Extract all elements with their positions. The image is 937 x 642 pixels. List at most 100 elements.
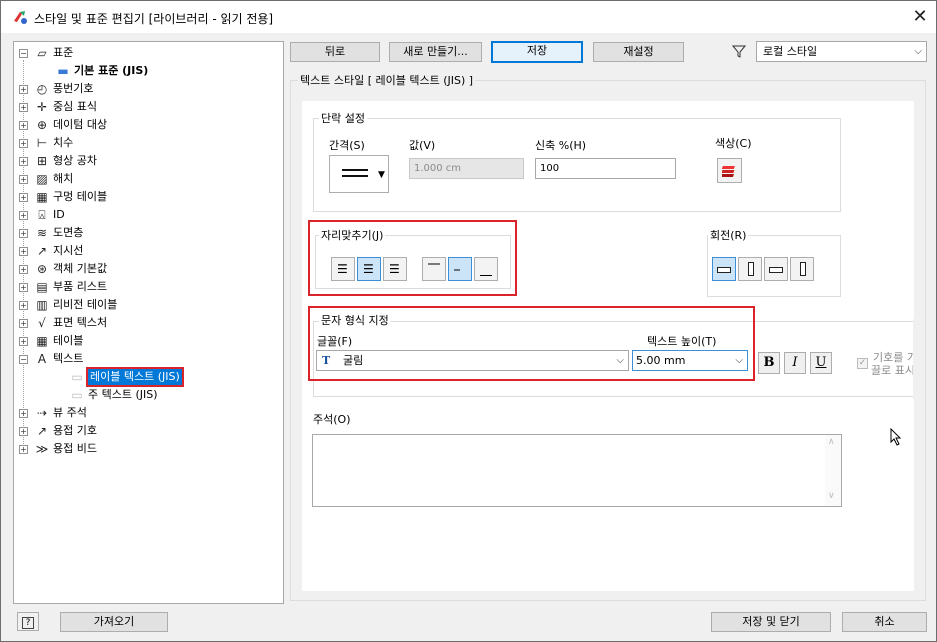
expand-icon[interactable]: + <box>19 301 28 310</box>
import-button[interactable]: 가져오기 <box>60 612 168 632</box>
tree-item-15[interactable]: − A 텍스트 <box>14 350 283 368</box>
tree-item-10[interactable]: + ⊛ 객체 기본값 <box>14 260 283 278</box>
expand-icon[interactable]: + <box>19 319 28 328</box>
tree-item-13[interactable]: + √ 표면 텍스처 <box>14 314 283 332</box>
expand-icon[interactable]: + <box>19 193 28 202</box>
tree-item-9[interactable]: + ↗ 지시선 <box>14 242 283 260</box>
expand-icon[interactable]: + <box>19 283 28 292</box>
close-icon[interactable]: ✕ <box>907 5 933 29</box>
expand-icon[interactable]: + <box>19 157 28 166</box>
style-filter-select[interactable]: 로컬 스타일 ⌵ <box>756 41 927 62</box>
datum-target-icon: ⊕ <box>36 118 48 132</box>
expand-icon[interactable]: + <box>19 337 28 346</box>
expand-icon[interactable]: + <box>19 445 28 454</box>
save-button[interactable]: 저장 <box>491 41 583 63</box>
feature-control-icon: ⊞ <box>36 154 48 168</box>
tree-item-1[interactable]: + ✛ 중심 표식 <box>14 98 283 116</box>
align-right-button[interactable]: ☰ <box>383 257 407 281</box>
expand-icon[interactable]: + <box>19 121 28 130</box>
expand-icon[interactable]: + <box>19 85 28 94</box>
rotate-0-button[interactable] <box>712 257 736 281</box>
cancel-button[interactable]: 취소 <box>842 612 927 632</box>
tree-item-3[interactable]: + ⊢ 치수 <box>14 134 283 152</box>
tree-item-6[interactable]: + ▦ 구멍 테이블 <box>14 188 283 206</box>
collapse-icon[interactable]: − <box>19 355 28 364</box>
tree-item-after-0[interactable]: + ⇢ 뷰 주석 <box>14 404 283 422</box>
rotate-180-button[interactable] <box>764 257 788 281</box>
align-right-icon: ☰ <box>389 262 400 276</box>
rotation-icon <box>748 262 754 276</box>
tree-item-label: 테이블 <box>53 334 84 347</box>
align-left-button[interactable]: ☰ <box>331 257 355 281</box>
tree-item-label: 텍스트 <box>53 352 84 365</box>
comment-scrollbar[interactable]: ∧ ∨ <box>825 435 841 506</box>
expand-icon[interactable]: + <box>19 409 28 418</box>
filter-icon <box>732 45 746 58</box>
align-left-icon: ☰ <box>337 262 348 276</box>
rotate-270-button[interactable] <box>790 257 814 281</box>
expand-icon[interactable]: + <box>19 139 28 148</box>
tree-item-4[interactable]: + ⊞ 형상 공차 <box>14 152 283 170</box>
note-text-style-icon: ▭ <box>71 388 83 402</box>
tree-item-default-standard[interactable]: ▬ 기본 표준 (JIS) <box>14 62 283 80</box>
layer-icon: ≋ <box>36 226 48 240</box>
spacing-select[interactable]: ▼ <box>329 155 389 193</box>
comment-textarea[interactable]: ∧ ∨ <box>312 434 842 507</box>
app-icon <box>14 11 27 24</box>
color-label: 색상(C) <box>715 137 752 150</box>
tree-item-2[interactable]: + ⊕ 데이텀 대상 <box>14 116 283 134</box>
tree-item-14[interactable]: + ▦ 테이블 <box>14 332 283 350</box>
tree-item-root[interactable]: − ▱ 표준 <box>14 44 283 62</box>
tree-item-12[interactable]: + ▥ 리비전 테이블 <box>14 296 283 314</box>
tree-item-5[interactable]: + ▨ 해치 <box>14 170 283 188</box>
expand-icon[interactable]: + <box>19 265 28 274</box>
expand-icon[interactable]: + <box>19 247 28 256</box>
style-tree[interactable]: − ▱ 표준 ▬ 기본 표준 (JIS) + ◴ 풍번기호 + ✛ 중심 표식 + ⊕ 데이텀 대상 + ⊢ 치… <box>13 41 284 604</box>
align-middle-button[interactable]: ⎯ <box>448 257 472 281</box>
bold-button[interactable]: B <box>758 352 780 374</box>
symbol-checkbox[interactable]: ✓ <box>857 358 868 369</box>
expand-icon[interactable]: + <box>19 229 28 238</box>
tree-item-label: 형상 공차 <box>53 154 97 167</box>
italic-button[interactable]: I <box>784 352 806 374</box>
tree-item-label: 도면층 <box>53 226 84 239</box>
value-input: 1.000 cm <box>409 158 524 179</box>
expand-icon[interactable]: + <box>19 103 28 112</box>
reset-button[interactable]: 재설정 <box>593 42 684 62</box>
help-button[interactable]: ? <box>17 612 39 631</box>
rotate-90-button[interactable] <box>738 257 762 281</box>
save-close-button[interactable]: 저장 및 닫기 <box>711 612 831 632</box>
center-mark-icon: ✛ <box>36 100 48 114</box>
align-center-button[interactable]: ☰ <box>357 257 381 281</box>
view-annotation-icon: ⇢ <box>36 406 48 420</box>
scroll-up-icon[interactable]: ∧ <box>828 437 835 447</box>
color-button[interactable] <box>717 158 742 183</box>
tree-item-7[interactable]: + ⍓ ID <box>14 206 283 224</box>
hole-table-icon: ▦ <box>36 190 48 204</box>
expand-icon[interactable]: + <box>19 427 28 436</box>
tree-item-after-1[interactable]: + ↗ 용접 기호 <box>14 422 283 440</box>
tree-item-label: ID <box>53 208 65 221</box>
stretch-input[interactable]: 100 <box>535 158 676 179</box>
align-bottom-icon: ⎽ <box>480 262 493 276</box>
tree-item-label-text[interactable]: ▭ 레이블 텍스트 (JIS) <box>14 367 283 387</box>
underline-button[interactable]: U <box>810 352 832 374</box>
align-top-button[interactable]: ⎺ <box>422 257 446 281</box>
tree-item-0[interactable]: + ◴ 풍번기호 <box>14 80 283 98</box>
new-button[interactable]: 새로 만들기... <box>389 42 482 62</box>
collapse-icon[interactable]: − <box>19 49 28 58</box>
back-button[interactable]: 뒤로 <box>290 42 380 62</box>
expand-icon[interactable]: + <box>19 175 28 184</box>
scroll-down-icon[interactable]: ∨ <box>828 491 835 501</box>
tree-item-note-text[interactable]: ▭ 주 텍스트 (JIS) <box>14 386 283 404</box>
align-bottom-button[interactable]: ⎽ <box>474 257 498 281</box>
tree-item-11[interactable]: + ▤ 부품 리스트 <box>14 278 283 296</box>
expand-icon[interactable]: + <box>19 211 28 220</box>
tree-item-after-2[interactable]: + ≫ 용접 비드 <box>14 440 283 458</box>
tree-item-8[interactable]: + ≋ 도면층 <box>14 224 283 242</box>
rotation-icon <box>769 267 783 273</box>
tree-item-label: 뷰 주석 <box>53 406 87 419</box>
tree-item-label: 구멍 테이블 <box>53 190 108 203</box>
label-text-style-icon: ▭ <box>71 370 83 384</box>
parts-list-icon: ▤ <box>36 280 48 294</box>
